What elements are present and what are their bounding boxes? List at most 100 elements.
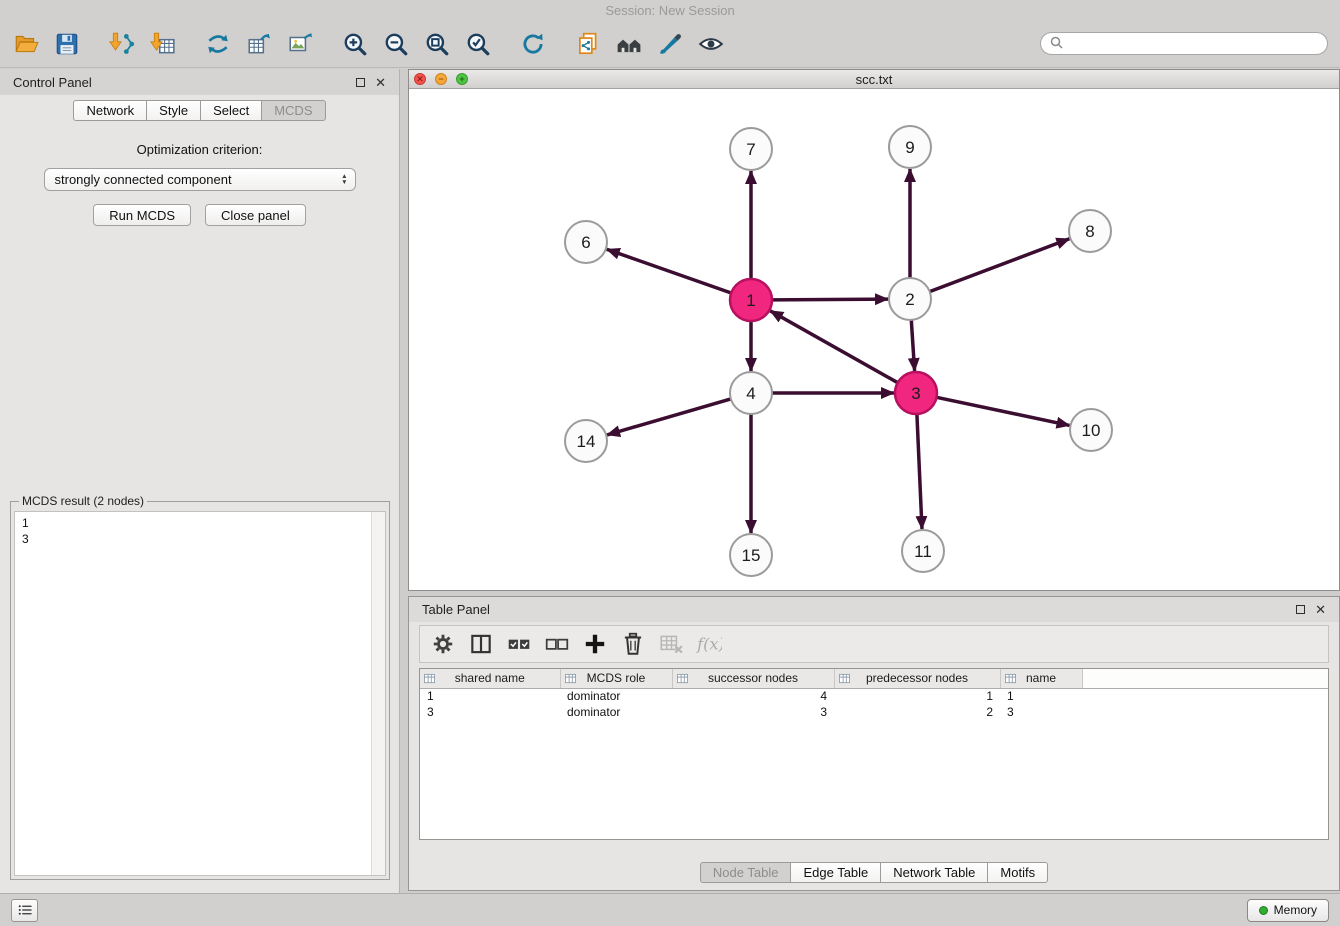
graph-node-8[interactable]: 8 — [1069, 210, 1111, 252]
table-tab-node-table[interactable]: Node Table — [700, 862, 792, 883]
graph-node-11[interactable]: 11 — [902, 530, 944, 572]
graph-edge-2-3[interactable] — [911, 320, 914, 371]
save-session-icon[interactable] — [53, 30, 81, 58]
show-details-eye-icon[interactable] — [697, 30, 725, 58]
column-header-name[interactable]: name — [1000, 669, 1082, 688]
float-panel-icon[interactable] — [356, 78, 365, 87]
search-input[interactable] — [1068, 37, 1318, 51]
add-column-icon[interactable] — [581, 631, 608, 658]
column-header-successor-nodes[interactable]: successor nodes — [672, 669, 834, 688]
network-graph: 7 9 6 8 1 2 4 3 14 10 15 11 — [409, 89, 1339, 590]
zoom-out-icon[interactable] — [382, 30, 410, 58]
search-box[interactable] — [1040, 32, 1328, 55]
open-session-icon[interactable] — [12, 30, 40, 58]
export-image-icon[interactable] — [286, 30, 314, 58]
zoom-selected-icon[interactable] — [464, 30, 492, 58]
graph-node-9[interactable]: 9 — [889, 126, 931, 168]
table-cell[interactable]: 2 — [834, 704, 1000, 720]
zoom-in-icon[interactable] — [341, 30, 369, 58]
column-header-mcds-role[interactable]: MCDS role — [560, 669, 672, 688]
graph-node-1[interactable]: 1 — [730, 279, 772, 321]
search-icon — [1050, 36, 1063, 52]
table-cell[interactable]: dominator — [560, 704, 672, 720]
svg-text:11: 11 — [914, 542, 932, 561]
tab-mcds[interactable]: MCDS — [261, 100, 325, 121]
mcds-result-area[interactable]: 13 — [14, 511, 386, 876]
graph-edge-1-2[interactable] — [772, 299, 888, 300]
table-cell[interactable]: 3 — [672, 704, 834, 720]
graph-edge-3-11[interactable] — [917, 414, 922, 529]
table-cell[interactable]: 4 — [672, 688, 834, 704]
svg-text:3: 3 — [911, 384, 920, 403]
delete-column-icon[interactable] — [619, 631, 646, 658]
close-panel-button[interactable]: Close panel — [205, 204, 306, 226]
graph-node-7[interactable]: 7 — [730, 128, 772, 170]
column-header-predecessor-nodes[interactable]: predecessor nodes — [834, 669, 1000, 688]
import-table-icon[interactable] — [149, 30, 177, 58]
graph-edge-4-14[interactable] — [607, 399, 731, 435]
toolbar-group — [341, 30, 492, 58]
svg-text:1: 1 — [746, 291, 755, 310]
graph-node-6[interactable]: 6 — [565, 221, 607, 263]
table-cell[interactable]: 1 — [420, 688, 560, 704]
export-table-icon[interactable] — [245, 30, 273, 58]
table-tab-motifs[interactable]: Motifs — [987, 862, 1048, 883]
graph-edge-3-1[interactable] — [770, 311, 898, 383]
tab-style[interactable]: Style — [146, 100, 201, 121]
close-table-panel-icon[interactable]: ✕ — [1315, 603, 1326, 616]
titlebar: Session: New Session — [0, 0, 1340, 20]
table-cell[interactable]: dominator — [560, 688, 672, 704]
tab-network[interactable]: Network — [73, 100, 147, 121]
optimization-select[interactable]: strongly connected component ▲▼ — [44, 168, 356, 191]
table-row[interactable]: 3dominator323 — [420, 704, 1328, 720]
deselect-all-icon[interactable] — [543, 631, 570, 658]
memory-button[interactable]: Memory — [1247, 899, 1329, 922]
graph-edge-2-8[interactable] — [930, 239, 1070, 292]
table-cell[interactable]: 3 — [420, 704, 560, 720]
column-header-filler — [1082, 669, 1328, 688]
table-cell[interactable]: 1 — [1000, 688, 1082, 704]
window-close-button[interactable]: ✕ — [414, 73, 426, 85]
graph-node-3[interactable]: 3 — [895, 372, 937, 414]
graph-node-2[interactable]: 2 — [889, 278, 931, 320]
table-cell[interactable]: 3 — [1000, 704, 1082, 720]
status-menu-button[interactable] — [11, 899, 38, 922]
table-panel-tabs: Node TableEdge TableNetwork TableMotifs — [409, 862, 1339, 883]
refresh-network-icon[interactable] — [519, 30, 547, 58]
window-title: Session: New Session — [605, 3, 734, 18]
window-min-button[interactable]: − — [435, 73, 447, 85]
graph-edge-1-6[interactable] — [607, 249, 731, 293]
table-tab-network-table[interactable]: Network Table — [880, 862, 988, 883]
graph-node-10[interactable]: 10 — [1070, 409, 1112, 451]
graph-node-14[interactable]: 14 — [565, 420, 607, 462]
table-cell[interactable]: 1 — [834, 688, 1000, 704]
control-panel-tabs: NetworkStyleSelectMCDS — [0, 95, 399, 121]
close-panel-icon[interactable]: ✕ — [375, 76, 386, 89]
tab-select[interactable]: Select — [200, 100, 262, 121]
first-neighbors-icon[interactable] — [615, 30, 643, 58]
table-mode-gear-icon[interactable] — [429, 631, 456, 658]
table-row[interactable]: 1dominator411 — [420, 688, 1328, 704]
style-brush-icon[interactable] — [656, 30, 684, 58]
duplicate-network-icon[interactable] — [574, 30, 602, 58]
graph-edge-3-10[interactable] — [937, 397, 1070, 425]
export-network-icon[interactable] — [204, 30, 232, 58]
table-panel-title: Table Panel — [422, 602, 490, 617]
import-network-icon[interactable] — [108, 30, 136, 58]
column-attribute-icon — [839, 673, 850, 687]
svg-text:15: 15 — [742, 546, 761, 565]
graph-node-4[interactable]: 4 — [730, 372, 772, 414]
delete-table-icon — [657, 631, 684, 658]
column-header-shared-name[interactable]: shared name — [420, 669, 560, 688]
select-all-icon[interactable] — [505, 631, 532, 658]
float-table-panel-icon[interactable] — [1296, 605, 1305, 614]
network-canvas[interactable]: 7 9 6 8 1 2 4 3 14 10 15 11 — [409, 89, 1339, 590]
show-columns-icon[interactable] — [467, 631, 494, 658]
table-cell-filler — [1082, 688, 1328, 704]
window-zoom-button[interactable]: + — [456, 73, 468, 85]
graph-node-15[interactable]: 15 — [730, 534, 772, 576]
run-mcds-button[interactable]: Run MCDS — [93, 204, 191, 226]
column-attribute-icon — [677, 673, 688, 687]
table-tab-edge-table[interactable]: Edge Table — [790, 862, 881, 883]
zoom-fit-icon[interactable] — [423, 30, 451, 58]
